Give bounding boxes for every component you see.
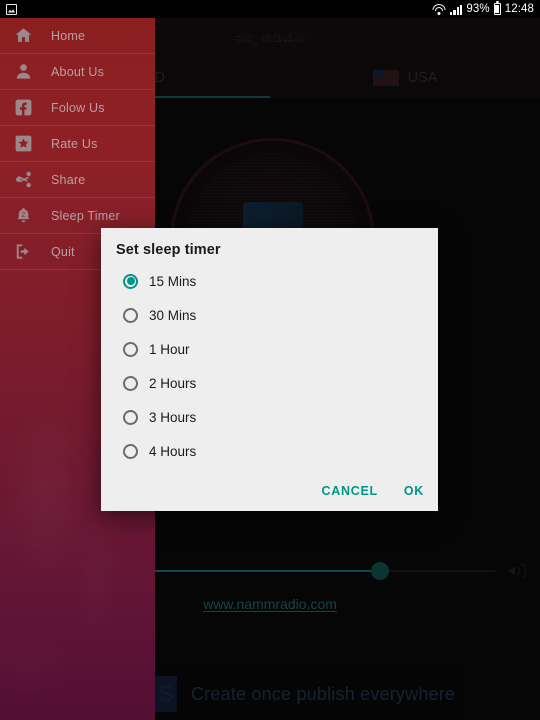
radio-icon[interactable] bbox=[123, 409, 138, 425]
wifi-icon bbox=[432, 3, 446, 15]
option-2-hours[interactable]: 2 Hours bbox=[101, 366, 438, 400]
option-15-mins[interactable]: 15 Mins bbox=[101, 264, 438, 298]
image-icon bbox=[6, 3, 17, 15]
phone-screen: 93% 12:48 ನಮ್ಮ ರೇಡಿಯೋ IND USA bbox=[0, 0, 540, 720]
dialog-actions: CANCEL OK bbox=[322, 484, 424, 498]
radio-icon[interactable] bbox=[123, 375, 138, 391]
option-3-hours[interactable]: 3 Hours bbox=[101, 400, 438, 434]
sleep-timer-options: 15 Mins 30 Mins 1 Hour 2 Hours 3 Hours 4… bbox=[101, 258, 438, 468]
radio-icon[interactable] bbox=[123, 341, 138, 357]
option-4-hours[interactable]: 4 Hours bbox=[101, 434, 438, 468]
radio-icon[interactable] bbox=[123, 307, 138, 323]
option-label: 2 Hours bbox=[149, 375, 197, 391]
option-label: 4 Hours bbox=[149, 443, 197, 459]
battery-icon bbox=[493, 1, 501, 15]
status-bar: 93% 12:48 bbox=[0, 0, 540, 18]
option-label: 15 Mins bbox=[149, 273, 197, 289]
option-label: 30 Mins bbox=[149, 307, 197, 323]
option-30-mins[interactable]: 30 Mins bbox=[101, 298, 438, 332]
status-bar-left bbox=[6, 3, 17, 15]
signal-icon bbox=[449, 4, 463, 15]
dialog-title: Set sleep timer bbox=[116, 242, 221, 258]
option-label: 1 Hour bbox=[149, 341, 190, 357]
clock-label: 12:48 bbox=[504, 3, 534, 15]
radio-icon[interactable] bbox=[123, 273, 138, 289]
radio-icon[interactable] bbox=[123, 443, 138, 459]
battery-percent-label: 93% bbox=[466, 3, 490, 15]
status-bar-right: 93% 12:48 bbox=[432, 1, 534, 15]
sleep-timer-dialog: Set sleep timer 15 Mins 30 Mins 1 Hour 2… bbox=[101, 228, 438, 511]
option-label: 3 Hours bbox=[149, 409, 197, 425]
option-1-hour[interactable]: 1 Hour bbox=[101, 332, 438, 366]
cancel-button[interactable]: CANCEL bbox=[322, 484, 378, 498]
ok-button[interactable]: OK bbox=[404, 484, 424, 498]
